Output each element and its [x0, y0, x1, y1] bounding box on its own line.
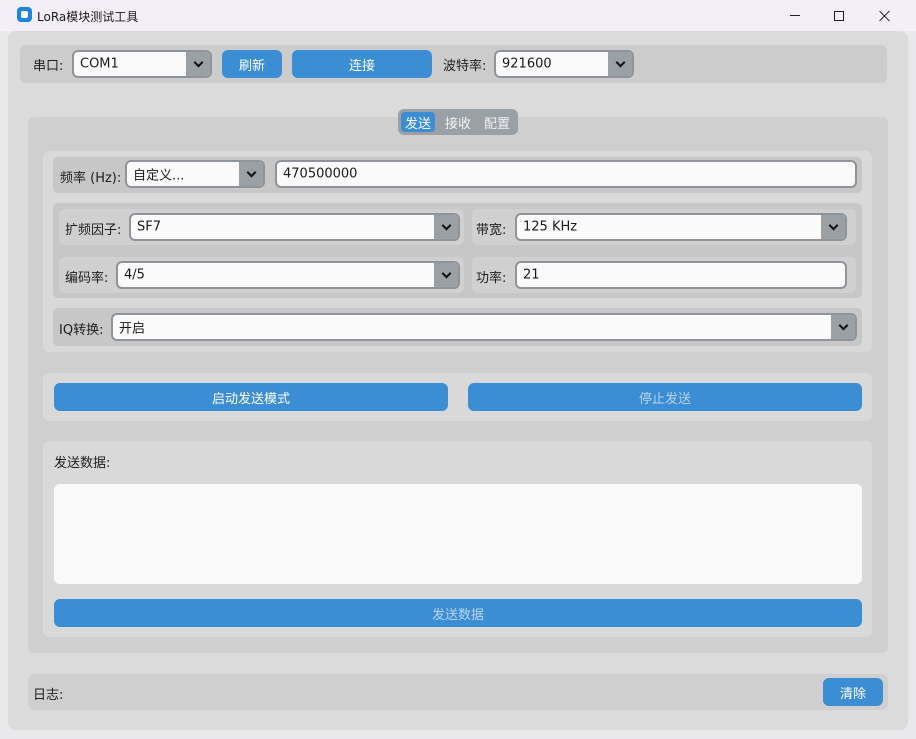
action-panel: 启动发送模式 停止发送: [43, 373, 872, 421]
chevron-down-icon: [186, 52, 210, 76]
send-data-panel: 发送数据: 发送数据: [43, 441, 872, 637]
maximize-button[interactable]: [816, 0, 862, 31]
app-icon: [17, 7, 32, 22]
clear-log-button[interactable]: 清除: [823, 678, 883, 706]
frequency-input[interactable]: 470500000: [275, 160, 857, 188]
port-label: 串口:: [33, 59, 64, 74]
minimize-icon: [790, 15, 800, 16]
chevron-down-icon: [434, 263, 458, 287]
baud-label: 波特率:: [443, 59, 487, 74]
refresh-button[interactable]: 刷新: [222, 50, 282, 78]
frequency-input-value: 470500000: [283, 166, 358, 182]
bw-select[interactable]: 125 KHz: [515, 213, 847, 241]
title-bar: LoRa模块测试工具: [0, 0, 916, 31]
maximize-icon: [834, 10, 844, 21]
bw-row: 带宽: 125 KHz: [472, 209, 856, 245]
cr-row: 编码率: 4/5: [59, 257, 464, 293]
bw-label: 带宽:: [476, 223, 507, 238]
iq-select[interactable]: 开启: [111, 313, 857, 341]
cr-label: 编码率:: [65, 271, 109, 286]
frequency-mode-value: 自定义...: [133, 168, 185, 184]
power-label: 功率:: [476, 271, 507, 286]
tab-bar: 发送 接收 配置: [398, 109, 518, 135]
power-input-value: 21: [523, 267, 540, 283]
power-row: 功率: 21: [472, 257, 856, 293]
send-data-textarea[interactable]: [54, 484, 862, 584]
tab-receive[interactable]: 接收: [441, 112, 475, 132]
stop-send-button[interactable]: 停止发送: [468, 383, 862, 411]
port-select-value: COM1: [80, 56, 119, 72]
sf-row: 扩频因子: SF7: [59, 209, 464, 245]
log-bar: 日志: 清除: [28, 674, 888, 710]
power-input[interactable]: 21: [515, 261, 847, 289]
chevron-down-icon: [831, 315, 855, 339]
main-window: 串口: COM1 刷新 连接 波特率: 921600 发送 接收 配置 频率 (…: [8, 31, 908, 730]
iq-select-value: 开启: [119, 321, 146, 337]
sf-label: 扩频因子:: [65, 223, 122, 238]
baud-select[interactable]: 921600: [494, 50, 634, 78]
chevron-down-icon: [239, 162, 263, 186]
bw-select-value: 125 KHz: [523, 219, 578, 235]
sf-select[interactable]: SF7: [129, 213, 460, 241]
send-data-label: 发送数据:: [54, 456, 111, 471]
chevron-down-icon: [608, 52, 632, 76]
chevron-down-icon: [821, 215, 845, 239]
iq-label: IQ转换:: [59, 323, 104, 338]
frequency-label: 频率 (Hz):: [60, 171, 122, 186]
chevron-down-icon: [434, 215, 458, 239]
start-send-button[interactable]: 启动发送模式: [54, 383, 448, 411]
tab-config[interactable]: 配置: [480, 112, 514, 132]
window-title: LoRa模块测试工具: [37, 10, 139, 24]
radio-params-group: 扩频因子: SF7 带宽: 125 KHz 编码率: 4/5 功率: 21: [53, 203, 862, 298]
frequency-row: 频率 (Hz): 自定义... 470500000: [53, 157, 862, 193]
tab-send[interactable]: 发送: [401, 112, 435, 132]
close-icon: [879, 10, 891, 22]
port-select[interactable]: COM1: [72, 50, 212, 78]
sf-select-value: SF7: [137, 219, 162, 235]
frequency-mode-select[interactable]: 自定义...: [125, 160, 265, 188]
connect-button[interactable]: 连接: [292, 50, 432, 78]
connection-bar: 串口: COM1 刷新 连接 波特率: 921600: [20, 45, 887, 83]
log-label: 日志:: [33, 688, 64, 703]
iq-row: IQ转换: 开启: [53, 308, 862, 346]
cr-select[interactable]: 4/5: [116, 261, 460, 289]
close-button[interactable]: [862, 0, 908, 31]
baud-select-value: 921600: [502, 56, 552, 72]
cr-select-value: 4/5: [124, 267, 145, 283]
minimize-button[interactable]: [772, 0, 818, 31]
config-panel: 频率 (Hz): 自定义... 470500000 扩频因子: SF7 带宽:: [43, 151, 872, 352]
send-data-button[interactable]: 发送数据: [54, 599, 862, 627]
